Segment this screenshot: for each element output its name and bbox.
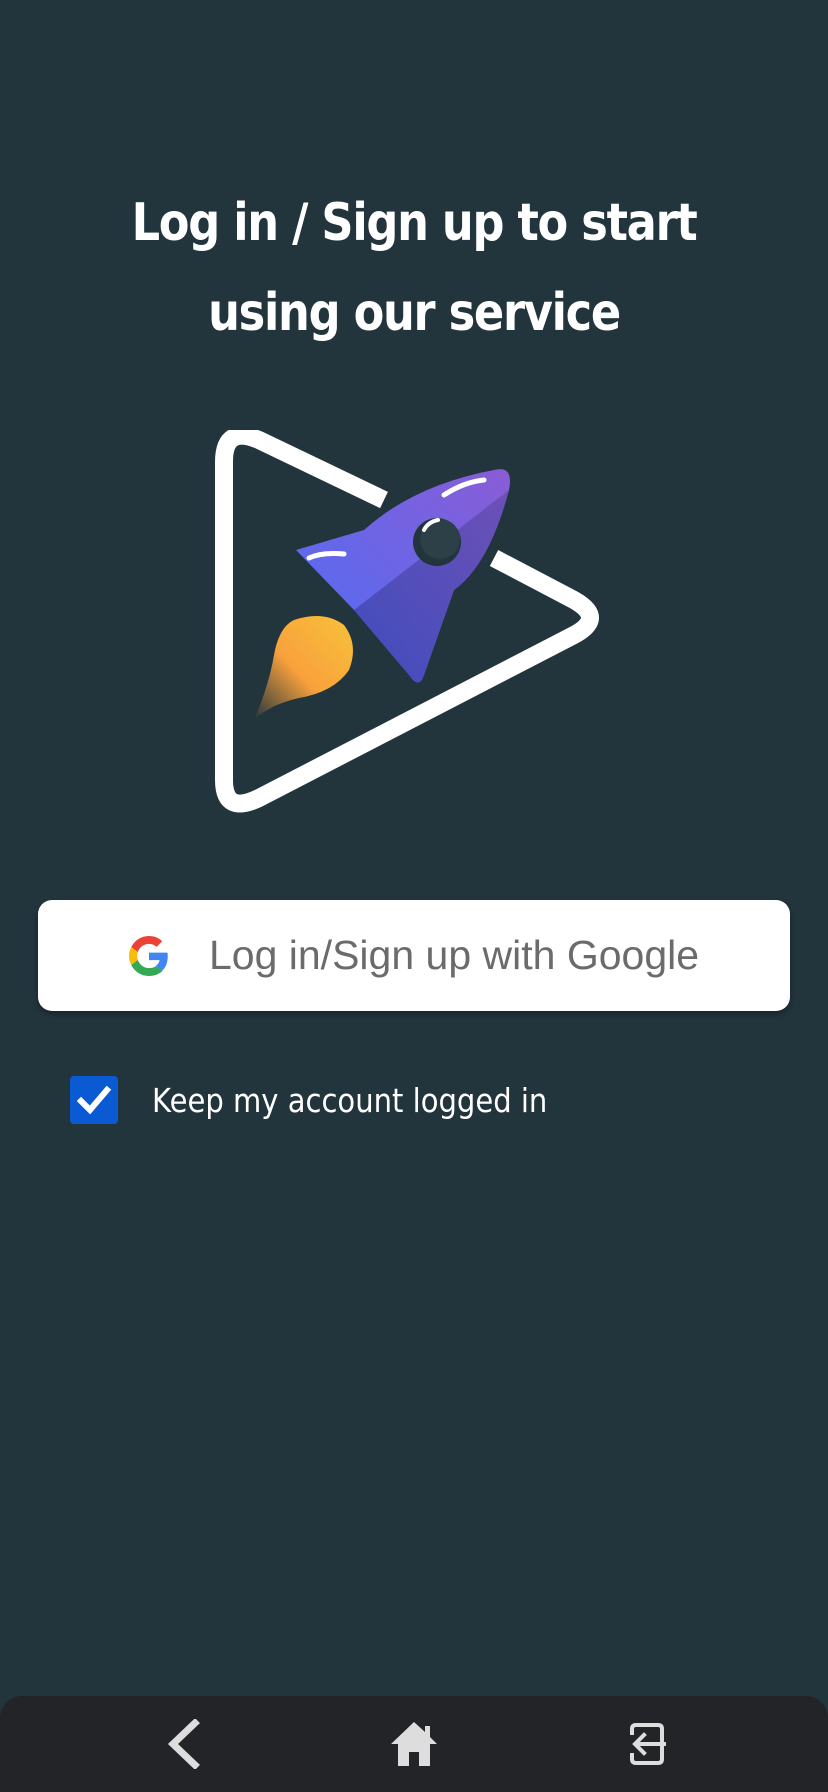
keep-logged-in-label: Keep my account logged in <box>152 1080 548 1120</box>
home-icon <box>391 1722 437 1766</box>
keep-logged-in-checkbox[interactable] <box>70 1076 118 1124</box>
page-title: Log in / Sign up to start using our serv… <box>58 178 770 358</box>
keep-logged-in-row[interactable]: Keep my account logged in <box>70 1075 601 1125</box>
google-login-button[interactable]: Log in/Sign up with Google <box>38 900 790 1011</box>
google-g-icon <box>128 935 169 976</box>
page-title-line-2: using our service <box>208 283 621 343</box>
system-nav-bar <box>0 1696 828 1792</box>
back-button[interactable] <box>153 1714 213 1774</box>
page-title-line-1: Log in / Sign up to start <box>131 193 698 253</box>
exit-button[interactable] <box>615 1714 675 1774</box>
checkmark-icon <box>76 1085 112 1115</box>
logout-icon <box>630 1723 666 1765</box>
rocket-logo-icon <box>214 426 614 830</box>
google-login-label: Log in/Sign up with Google <box>208 932 700 978</box>
home-button[interactable] <box>384 1714 444 1774</box>
chevron-left-icon <box>167 1719 200 1769</box>
